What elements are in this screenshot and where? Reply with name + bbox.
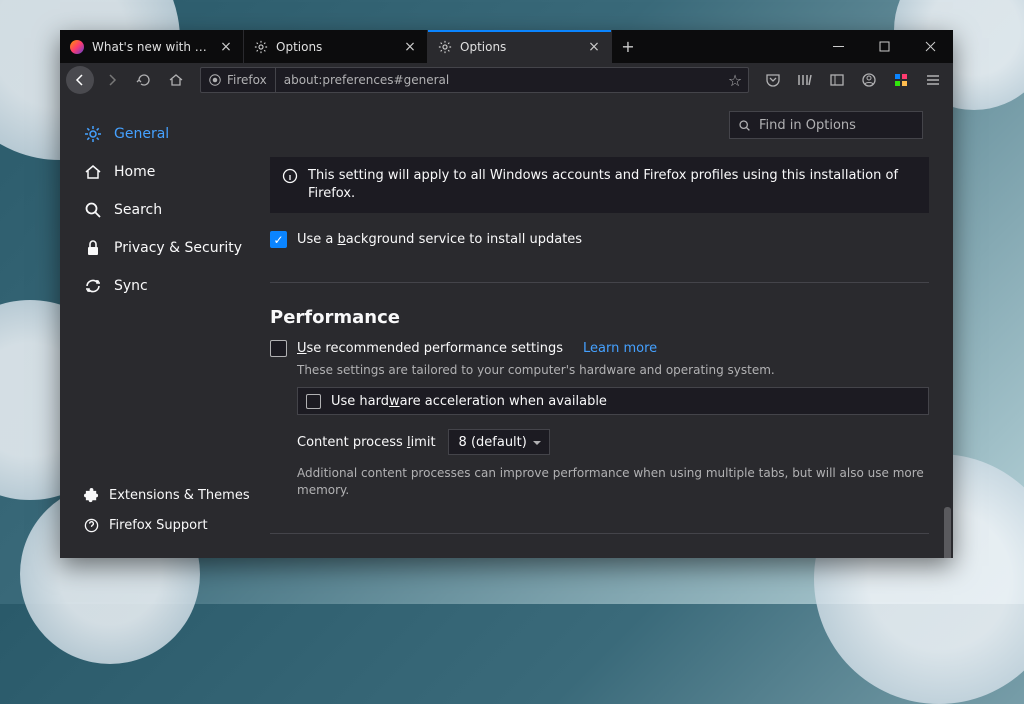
process-limit-row: Content process limit 8 (default) — [297, 429, 929, 455]
checkbox-icon — [270, 340, 287, 357]
checkbox-icon — [306, 394, 321, 409]
checkbox-icon: ✓ — [270, 231, 287, 248]
home-button[interactable] — [162, 66, 190, 94]
sidebar-item-label: Sync — [114, 278, 148, 294]
back-button[interactable] — [66, 66, 94, 94]
gear-icon — [84, 125, 102, 143]
close-icon[interactable]: × — [587, 40, 601, 54]
gear-icon — [254, 40, 268, 54]
identity-box[interactable]: Firefox — [201, 68, 276, 92]
info-notice: This setting will apply to all Windows a… — [270, 157, 929, 213]
sidebar-item-label: General — [114, 126, 169, 142]
url-text: about:preferences#general — [276, 73, 722, 87]
close-icon[interactable]: × — [219, 40, 233, 54]
forward-button[interactable] — [98, 66, 126, 94]
firefox-brand-icon — [209, 74, 221, 86]
extension-button[interactable] — [887, 66, 915, 94]
sidebar-item-label: Privacy & Security — [114, 240, 242, 256]
sidebar-footer: Extensions & Themes Firefox Support — [84, 480, 250, 540]
pocket-button[interactable] — [759, 66, 787, 94]
sidebar-item-search[interactable]: Search — [84, 191, 270, 229]
sidebar-item-extensions[interactable]: Extensions & Themes — [84, 480, 250, 510]
window-controls — [815, 30, 953, 63]
identity-label: Firefox — [227, 73, 267, 87]
hw-accel-checkbox[interactable]: Use hardware acceleration when available — [297, 387, 929, 415]
help-icon — [84, 518, 99, 533]
library-button[interactable] — [791, 66, 819, 94]
sync-icon — [84, 277, 102, 295]
bookmark-star-icon[interactable]: ☆ — [722, 71, 748, 90]
recommended-perf-checkbox[interactable]: Use recommended performance settings Lea… — [270, 340, 929, 357]
gear-icon — [438, 40, 452, 54]
categories-sidebar: General Home Search Privacy & Security S… — [60, 97, 270, 558]
minimize-button[interactable] — [815, 30, 861, 63]
sidebar-item-general[interactable]: General — [84, 115, 270, 153]
url-bar[interactable]: Firefox about:preferences#general ☆ — [200, 67, 749, 93]
tab-options-1[interactable]: Options × — [244, 30, 428, 63]
sidebar-item-home[interactable]: Home — [84, 153, 270, 191]
tab-title: Options — [460, 40, 579, 54]
bg-service-checkbox[interactable]: ✓ Use a background service to install up… — [270, 231, 929, 248]
process-limit-note: Additional content processes can improve… — [297, 465, 929, 499]
browsing-heading: Browsing — [270, 533, 929, 558]
sidebar-item-sync[interactable]: Sync — [84, 267, 270, 305]
search-icon — [84, 201, 102, 219]
dropdown-value: 8 (default) — [459, 435, 527, 450]
search-placeholder: Find in Options — [759, 118, 856, 133]
tab-bar: What's new with Firefox × Options × Opti… — [60, 30, 953, 63]
sidebar-item-label: Search — [114, 202, 162, 218]
info-icon — [282, 168, 298, 184]
close-icon[interactable]: × — [403, 40, 417, 54]
tab-title: Options — [276, 40, 395, 54]
sidebar-item-support[interactable]: Firefox Support — [84, 510, 250, 540]
scroll-thumb[interactable] — [944, 507, 951, 558]
firefox-icon — [70, 40, 84, 54]
account-button[interactable] — [855, 66, 883, 94]
browser-window: What's new with Firefox × Options × Opti… — [60, 30, 953, 558]
lock-icon — [84, 239, 102, 257]
sidebar-item-privacy[interactable]: Privacy & Security — [84, 229, 270, 267]
process-limit-label: Content process limit — [297, 435, 436, 450]
checkbox-label: Use hardware acceleration when available — [331, 394, 607, 409]
performance-heading: Performance — [270, 282, 929, 328]
tab-whatsnew[interactable]: What's new with Firefox × — [60, 30, 244, 63]
home-icon — [84, 163, 102, 181]
find-in-options[interactable]: Find in Options — [729, 111, 923, 139]
scrollbar[interactable] — [943, 197, 953, 558]
maximize-button[interactable] — [861, 30, 907, 63]
sidebar-item-label: Home — [114, 164, 155, 180]
sidebar-button[interactable] — [823, 66, 851, 94]
search-icon — [738, 119, 751, 132]
sidebar-item-label: Firefox Support — [109, 518, 208, 533]
sidebar-item-label: Extensions & Themes — [109, 488, 250, 503]
tab-title: What's new with Firefox — [92, 40, 211, 54]
nav-toolbar: Firefox about:preferences#general ☆ — [60, 63, 953, 97]
new-tab-button[interactable]: + — [612, 30, 644, 63]
menu-button[interactable] — [919, 66, 947, 94]
close-button[interactable] — [907, 30, 953, 63]
checkbox-label: Use a background service to install upda… — [297, 232, 582, 247]
main-pane: Find in Options This setting will apply … — [270, 97, 953, 558]
process-limit-dropdown[interactable]: 8 (default) — [448, 429, 550, 455]
learn-more-link[interactable]: Learn more — [583, 341, 657, 356]
info-text: This setting will apply to all Windows a… — [308, 167, 917, 203]
reload-button[interactable] — [130, 66, 158, 94]
tab-options-2[interactable]: Options × — [428, 30, 612, 63]
puzzle-icon — [84, 488, 99, 503]
preferences-content: General Home Search Privacy & Security S… — [60, 97, 953, 558]
perf-helper-text: These settings are tailored to your comp… — [297, 363, 929, 377]
checkbox-label: Use recommended performance settings — [297, 341, 563, 356]
